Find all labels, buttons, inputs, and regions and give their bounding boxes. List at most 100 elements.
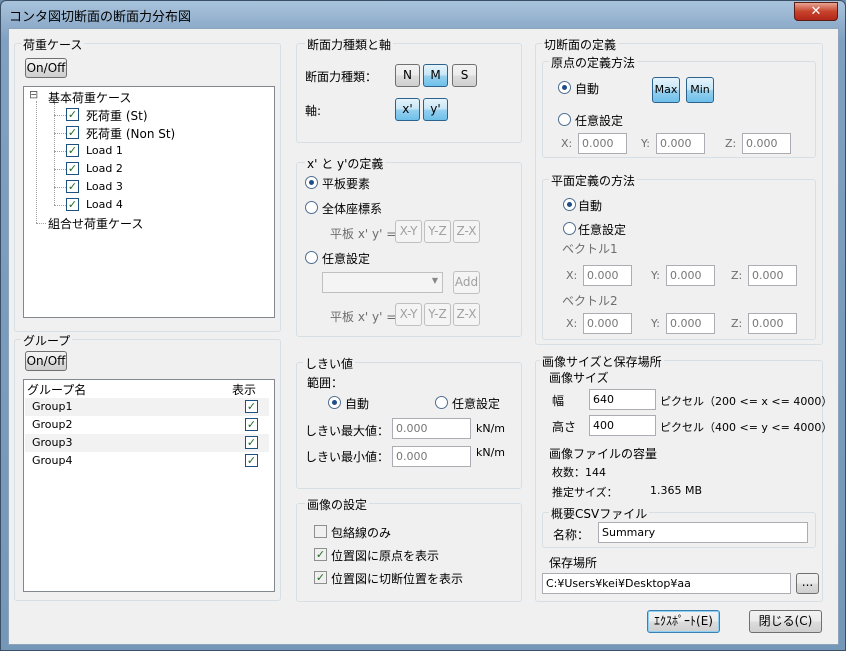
tree-expander-icon[interactable]: ⊟ [29, 88, 38, 101]
xy-plate-label[interactable]: 平板要素 [322, 175, 370, 192]
origin-auto-label[interactable]: 自動 [575, 80, 599, 97]
origin-z-input[interactable]: 0.000 [742, 133, 791, 154]
height-input[interactable]: 400 [589, 415, 656, 436]
loadcase-item[interactable]: Load 4 [86, 198, 123, 211]
plane-auto-radio[interactable] [563, 198, 576, 211]
group-show-checkbox[interactable]: ✓ [245, 418, 258, 431]
table-row[interactable]: Group4 ✓ [25, 452, 269, 470]
force-title: 断面力種類と軸 [305, 36, 394, 53]
xy-manual-label[interactable]: 任意設定 [322, 250, 370, 267]
threshold-manual-radio[interactable] [435, 396, 448, 409]
force-s-button[interactable]: S [452, 64, 477, 87]
plane2-xy-button[interactable]: X-Y [395, 303, 422, 326]
xy-global-radio[interactable] [305, 201, 318, 214]
plane2-yz-button[interactable]: Y-Z [424, 303, 451, 326]
vector1-title: ベクトル1 [562, 242, 618, 256]
tree-branch [54, 169, 66, 170]
v2-z-input[interactable]: 0.000 [748, 313, 797, 334]
v1-z-input[interactable]: 0.000 [748, 265, 797, 286]
envelope-only-checkbox[interactable] [314, 525, 327, 538]
origin-auto-radio[interactable] [558, 81, 571, 94]
loadcase-item[interactable]: Load 1 [86, 144, 123, 157]
close-button[interactable]: 閉じる(C) [749, 610, 822, 633]
size-subtitle: 画像サイズ [547, 369, 611, 386]
xy-global-label[interactable]: 全体座標系 [322, 200, 382, 217]
origin-min-button[interactable]: Min [686, 77, 714, 103]
group-col-show: 表示 [232, 383, 257, 397]
show-origin-label[interactable]: 位置図に原点を表示 [331, 547, 439, 564]
v1-x-input[interactable]: 0.000 [583, 265, 632, 286]
loadcase-checkbox[interactable]: ✓ [66, 180, 79, 193]
browse-button[interactable]: ... [796, 573, 819, 594]
loadcase-item[interactable]: 死荷重 (Non St) [86, 125, 175, 142]
v2-y-label: Y: [651, 317, 660, 330]
group-table[interactable]: グループ名 表示 Group1 ✓ Group2 ✓ Group3 ✓ Grou… [23, 379, 275, 592]
loadcase-tree[interactable]: ⊟ 基本荷重ケース ✓ 死荷重 (St) ✓ 死荷重 (Non St) ✓ Lo… [23, 86, 275, 318]
capacity-subtitle: 画像ファイルの容量 [547, 445, 660, 462]
loadcase-checkbox[interactable]: ✓ [66, 126, 79, 139]
loadcase-checkbox[interactable]: ✓ [66, 108, 79, 121]
combo-loadcase-label[interactable]: 組合せ荷重ケース [48, 215, 143, 232]
threshold-auto-radio[interactable] [328, 396, 341, 409]
plane-manual-radio[interactable] [563, 222, 576, 235]
xy-manual-radio[interactable] [305, 251, 318, 264]
plane-manual-label[interactable]: 任意設定 [578, 221, 626, 238]
plane2-zx-button[interactable]: Z-X [453, 303, 480, 326]
origin-max-button[interactable]: Max [652, 77, 680, 103]
close-window-button[interactable]: ✕ [794, 2, 838, 21]
plane-zx-button[interactable]: Z-X [453, 220, 480, 243]
save-path-input[interactable]: C:¥Users¥kei¥Desktop¥aa [542, 573, 791, 594]
table-row[interactable]: Group3 ✓ [25, 434, 269, 452]
group-name: Group1 [32, 400, 73, 413]
force-n-button[interactable]: N [395, 64, 420, 87]
show-cut-position-checkbox[interactable]: ✓ [314, 571, 327, 584]
csv-title: 概要CSVファイル [549, 505, 650, 522]
csv-name-input[interactable]: Summary [598, 522, 808, 543]
origin-x-input[interactable]: 0.000 [578, 133, 627, 154]
loadcase-checkbox[interactable]: ✓ [66, 198, 79, 211]
xy-manual-combo[interactable]: ▼ [322, 272, 443, 293]
axis-x-button[interactable]: x' [395, 98, 420, 121]
origin-manual-radio[interactable] [558, 113, 571, 126]
threshold-max-input[interactable]: 0.000 [392, 418, 471, 439]
plane-auto-label[interactable]: 自動 [578, 197, 602, 214]
xy-plate-radio[interactable] [305, 176, 318, 189]
force-m-button[interactable]: M [423, 64, 448, 87]
threshold-manual-label[interactable]: 任意設定 [452, 395, 500, 412]
group-name: Group4 [32, 454, 73, 467]
export-button[interactable]: ｴｸｽﾎﾟｰﾄ(E) [647, 610, 720, 633]
loadcase-checkbox[interactable]: ✓ [66, 162, 79, 175]
v1-y-input[interactable]: 0.000 [666, 265, 715, 286]
origin-def-title: 原点の定義方法 [549, 54, 638, 71]
plane-xy-button[interactable]: X-Y [395, 220, 422, 243]
v2-x-input[interactable]: 0.000 [583, 313, 632, 334]
loadcase-checkbox[interactable]: ✓ [66, 144, 79, 157]
threshold-auto-label[interactable]: 自動 [345, 395, 369, 412]
xy-add-button[interactable]: Add [453, 271, 480, 294]
show-origin-checkbox[interactable]: ✓ [314, 548, 327, 561]
v2-y-input[interactable]: 0.000 [666, 313, 715, 334]
loadcase-item[interactable]: Load 2 [86, 162, 123, 175]
threshold-min-input[interactable]: 0.000 [392, 446, 471, 467]
loadcase-item[interactable]: Load 3 [86, 180, 123, 193]
show-cut-position-label[interactable]: 位置図に切断位置を表示 [331, 570, 463, 587]
axis-y-button[interactable]: y' [423, 98, 448, 121]
group-show-checkbox[interactable]: ✓ [245, 400, 258, 413]
tree-root-label[interactable]: 基本荷重ケース [48, 89, 131, 106]
origin-manual-label[interactable]: 任意設定 [575, 112, 623, 129]
table-row[interactable]: Group1 ✓ [25, 398, 269, 416]
threshold-title: しきい値 [303, 355, 356, 372]
force-type-label: 断面力種類： [305, 70, 378, 84]
group-onoff-button[interactable]: On/Off [25, 351, 67, 371]
plane-yz-button[interactable]: Y-Z [424, 220, 451, 243]
group-name: Group2 [32, 418, 73, 431]
width-input[interactable]: 640 [589, 389, 656, 410]
loadcase-onoff-button[interactable]: On/Off [25, 58, 67, 78]
group-show-checkbox[interactable]: ✓ [245, 436, 258, 449]
table-row[interactable]: Group2 ✓ [25, 416, 269, 434]
origin-y-input[interactable]: 0.000 [656, 133, 705, 154]
envelope-only-label[interactable]: 包絡線のみ [331, 524, 391, 541]
group-show-checkbox[interactable]: ✓ [245, 454, 258, 467]
title-bar[interactable]: コンタ図切断面の断面力分布図 ✕ [1, 1, 845, 27]
loadcase-item[interactable]: 死荷重 (St) [86, 107, 148, 124]
